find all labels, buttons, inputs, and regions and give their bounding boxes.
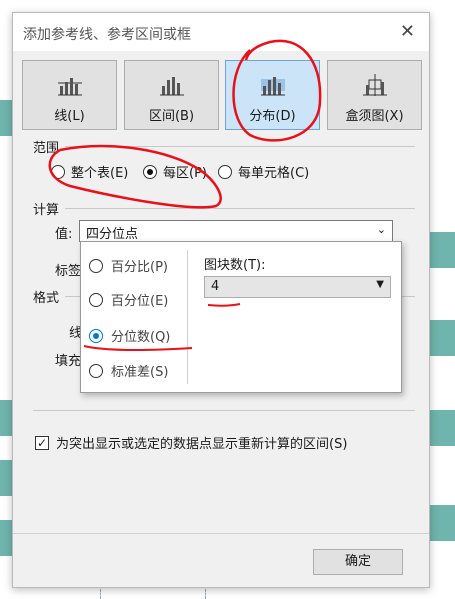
popup-divider [187,250,188,384]
tab-distribution-label: 分布(D) [249,109,296,124]
option-std-dev-radio[interactable] [89,363,103,378]
recalc-checkbox[interactable]: ✓ [35,435,49,450]
close-icon[interactable]: ✕ [400,21,415,42]
background-stripe [0,100,12,136]
tab-distribution[interactable]: 分布(D) [225,60,320,130]
dialog-title: 添加参考线、参考区间或框 [23,27,191,43]
option-percentile[interactable]: 百分位(E) [89,290,168,309]
tab-band-label: 区间(B) [148,109,195,124]
option-std-dev-label: 标准差(S) [111,365,169,380]
background-stripe [430,505,455,541]
value-dropdown-popup: 百分比(P) 百分位(E) 分位数(Q) 标准差(S) 图块数(T): 4 ▼ [80,241,402,393]
format-label: 格式 [33,291,60,306]
background-gridline [205,589,206,599]
distribution-chart-icon [261,77,285,96]
bins-value: 4 [211,279,220,294]
scope-per-cell-label: 每单元格(C) [238,166,310,181]
background-stripe [430,410,455,446]
scope-entire-table-label: 整个表(E) [71,166,129,181]
bins-label: 图块数(T): [204,258,266,273]
option-percentile-radio[interactable] [89,292,103,307]
type-tabs: 线(L) 区间(B) 分布(D) 盒须图(X) [22,60,422,130]
background-stripe [430,320,455,356]
scope-per-cell-radio[interactable] [218,164,232,179]
value-label: 值: [55,227,73,242]
scope-label: 范围 [33,141,60,156]
ok-button[interactable]: 确定 [313,549,403,575]
tab-line-label: 线(L) [54,109,85,124]
background-stripe [0,520,12,556]
checkbox-separator [33,410,415,411]
background-stripe [0,460,12,496]
scope-per-pane-label: 每区(P) [163,166,207,181]
tab-box-plot-label: 盒须图(X) [345,109,404,124]
option-percentage[interactable]: 百分比(P) [89,256,168,275]
bins-select[interactable]: 4 ▼ [204,276,391,298]
option-percentage-label: 百分比(P) [111,260,168,275]
recalc-label: 为突出显示或选定的数据点显示重新计算的区间(S) [56,437,348,452]
scope-entire-table-radio[interactable] [51,164,65,179]
option-quantile[interactable]: 分位数(Q) [89,326,170,345]
background-gridline [100,589,101,599]
calc-separator [65,208,415,209]
scope-entire-table[interactable]: 整个表(E) [51,162,128,181]
option-percentage-radio[interactable] [89,258,103,273]
line-chart-icon [58,78,82,96]
footer-separator [13,533,429,534]
value-select-text: 四分位点 [86,227,139,242]
background-stripe [0,400,12,436]
caret-down-icon: ▼ [376,279,384,290]
tag-label: 标签 [55,264,82,279]
title-bar: 添加参考线、参考区间或框 ✕ [13,13,429,51]
option-std-dev[interactable]: 标准差(S) [89,361,168,380]
tab-line[interactable]: 线(L) [22,60,117,130]
option-quantile-radio[interactable] [89,328,103,343]
box-plot-icon [363,74,387,96]
band-chart-icon [160,77,184,96]
calc-label: 计算 [33,203,60,218]
recalc-checkbox-row[interactable]: ✓ 为突出显示或选定的数据点显示重新计算的区间(S) [35,433,347,452]
chevron-down-icon: ⌄ [376,223,386,236]
option-quantile-label: 分位数(Q) [111,330,171,345]
tab-band[interactable]: 区间(B) [124,60,219,130]
fill-format-label: 填充 [55,354,82,369]
scope-per-pane-radio[interactable] [143,164,157,179]
value-select[interactable]: 四分位点 ⌄ [79,220,393,242]
tab-box-plot[interactable]: 盒须图(X) [327,60,422,130]
scope-separator [65,146,415,147]
option-percentile-label: 百分位(E) [111,294,169,309]
scope-per-cell[interactable]: 每单元格(C) [218,162,309,181]
background-stripe [430,232,455,268]
scope-per-pane[interactable]: 每区(P) [143,162,207,181]
